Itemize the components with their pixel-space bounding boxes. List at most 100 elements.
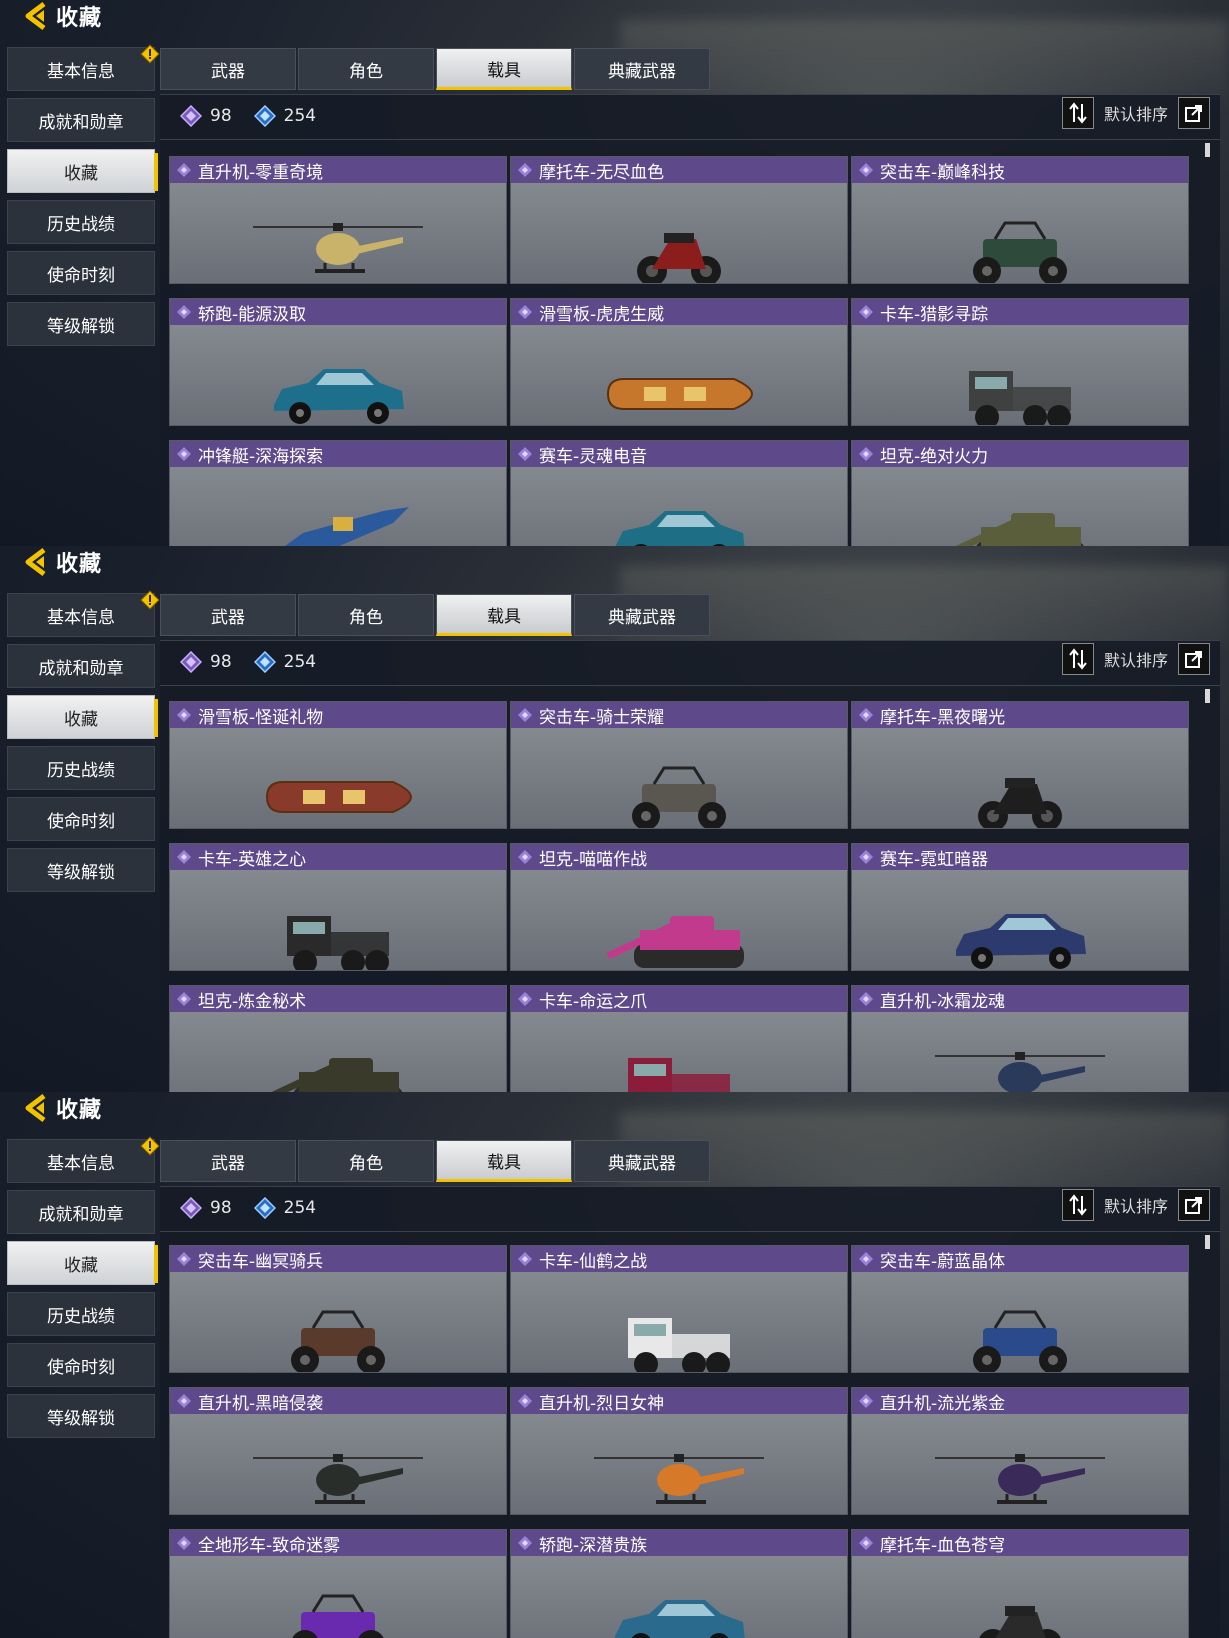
vehicle-grid: 突击车-幽冥骑兵 卡车-仙鹤之战 突击车-蔚蓝晶体直升机-黑暗侵袭 直升机-烈日女神 直… (169, 1245, 1189, 1638)
sort-label[interactable]: 默认排序 (1104, 101, 1168, 125)
warning-icon (140, 1136, 160, 1156)
vehicle-name: 轿跑-深潜贵族 (539, 1535, 648, 1556)
vehicle-board-image (604, 369, 754, 423)
vehicle-card-title: 坦克-喵喵作战 (511, 844, 847, 870)
vehicle-card[interactable]: 滑雪板-怪诞礼物 (169, 701, 507, 829)
vehicle-truck-image (624, 1308, 734, 1372)
tab-3[interactable]: 典藏武器 (574, 48, 710, 90)
rarity-diamond-icon (858, 1393, 874, 1409)
rarity-diamond-icon (517, 1535, 533, 1551)
back-arrow-icon[interactable] (22, 547, 52, 577)
tab-3[interactable]: 典藏武器 (574, 1140, 710, 1182)
vehicle-card[interactable]: 摩托车-黑夜曙光 (851, 701, 1189, 829)
blue-count: 254 (253, 651, 316, 673)
rarity-diamond-icon (858, 991, 874, 1007)
share-icon[interactable] (1178, 643, 1210, 675)
vehicle-card-title: 轿跑-深潜贵族 (511, 1530, 847, 1556)
sort-order-icon[interactable] (1061, 1189, 1094, 1221)
sort-label[interactable]: 默认排序 (1104, 1193, 1168, 1217)
sidebar-item-0[interactable]: 基本信息 (7, 1136, 160, 1183)
vehicle-card[interactable]: 直升机-冰霜龙魂 (851, 985, 1189, 1092)
sort-order-icon[interactable] (1061, 643, 1094, 675)
vehicle-card-title: 全地形车-致命迷雾 (170, 1530, 506, 1556)
grid-viewport: 突击车-幽冥骑兵 卡车-仙鹤之战 突击车-蔚蓝晶体直升机-黑暗侵袭 直升机-烈日女神 直… (0, 1238, 1229, 1638)
vehicle-card-title: 冲锋艇-深海探索 (170, 441, 506, 467)
vehicle-name: 突击车-蔚蓝晶体 (880, 1251, 1006, 1272)
rarity-diamond-icon (176, 446, 192, 462)
tab-1[interactable]: 角色 (298, 594, 434, 636)
sidebar-item-1[interactable]: 成就和勋章 (7, 644, 155, 688)
vehicle-card[interactable]: 突击车-蔚蓝晶体 (851, 1245, 1189, 1373)
vehicle-card[interactable]: 坦克-炼金秘术 (169, 985, 507, 1092)
tab-0[interactable]: 武器 (160, 48, 296, 90)
page-title: 收藏 (56, 6, 103, 31)
divider (160, 139, 1220, 140)
sidebar-item-0[interactable]: 基本信息 (7, 44, 160, 91)
vehicle-card-title: 直升机-烈日女神 (511, 1388, 847, 1414)
vehicle-card[interactable]: 卡车-猎影寻踪 (851, 298, 1189, 426)
vehicle-card[interactable]: 冲锋艇-深海探索 (169, 440, 507, 546)
vehicle-card[interactable]: 直升机-烈日女神 (510, 1387, 848, 1515)
vehicle-card[interactable]: 赛车-灵魂电音 (510, 440, 848, 546)
vehicle-tank-image (945, 503, 1095, 546)
stats-bar: 98 254 (180, 647, 338, 677)
back-arrow-icon[interactable] (22, 1093, 52, 1123)
vehicle-card[interactable]: 坦克-绝对火力 (851, 440, 1189, 546)
blue-count: 254 (253, 105, 316, 127)
vehicle-truck-image (965, 361, 1075, 425)
rarity-diamond-icon (176, 849, 192, 865)
vehicle-card[interactable]: 全地形车-致命迷雾 (169, 1529, 507, 1638)
vehicle-card[interactable]: 摩托车-无尽血色 (510, 156, 848, 284)
vehicle-card[interactable]: 坦克-喵喵作战 (510, 843, 848, 971)
rarity-diamond-icon (517, 991, 533, 1007)
sidebar-item-1[interactable]: 成就和勋章 (7, 98, 155, 142)
share-icon[interactable] (1178, 97, 1210, 129)
vehicle-card[interactable]: 赛车-霓虹暗器 (851, 843, 1189, 971)
back-arrow-icon[interactable] (22, 1, 52, 31)
vehicle-buggy-image (624, 764, 734, 828)
sort-order-icon[interactable] (1061, 97, 1094, 129)
vehicle-boat-image (263, 503, 413, 546)
sort-label[interactable]: 默认排序 (1104, 647, 1168, 671)
vehicle-car-image (268, 361, 408, 425)
rarity-diamond-icon (517, 1393, 533, 1409)
vehicle-card[interactable]: 突击车-巅峰科技 (851, 156, 1189, 284)
vehicle-card[interactable]: 卡车-英雄之心 (169, 843, 507, 971)
vehicle-card[interactable]: 滑雪板-虎虎生威 (510, 298, 848, 426)
tab-2[interactable]: 载具 (436, 1140, 572, 1182)
vehicle-card[interactable]: 直升机-流光紫金 (851, 1387, 1189, 1515)
vehicle-name: 突击车-幽冥骑兵 (198, 1251, 324, 1272)
vehicle-card[interactable]: 轿跑-深潜贵族 (510, 1529, 848, 1638)
vehicle-card[interactable]: 摩托车-血色苍穹 (851, 1529, 1189, 1638)
sidebar-item-1[interactable]: 成就和勋章 (7, 1190, 155, 1234)
rarity-diamond-icon (176, 1251, 192, 1267)
vehicle-moto-image (634, 219, 724, 283)
tab-1[interactable]: 角色 (298, 48, 434, 90)
vehicle-card[interactable]: 突击车-幽冥骑兵 (169, 1245, 507, 1373)
rarity-diamond-icon (517, 446, 533, 462)
vehicle-card[interactable]: 卡车-命运之爪 (510, 985, 848, 1092)
vehicle-name: 坦克-绝对火力 (880, 446, 989, 467)
vehicle-card[interactable]: 直升机-黑暗侵袭 (169, 1387, 507, 1515)
tab-3[interactable]: 典藏武器 (574, 594, 710, 636)
vehicle-card-title: 突击车-幽冥骑兵 (170, 1246, 506, 1272)
tab-0[interactable]: 武器 (160, 594, 296, 636)
tab-0[interactable]: 武器 (160, 1140, 296, 1182)
vehicle-card[interactable]: 卡车-仙鹤之战 (510, 1245, 848, 1373)
tab-1[interactable]: 角色 (298, 1140, 434, 1182)
sidebar-item-0[interactable]: 基本信息 (7, 590, 160, 637)
sidebar-item-label: 基本信息 (47, 61, 115, 82)
vehicle-card[interactable]: 直升机-零重奇境 (169, 156, 507, 284)
sidebar-item-label: 基本信息 (47, 607, 115, 628)
share-icon[interactable] (1178, 1189, 1210, 1221)
tab-2[interactable]: 载具 (436, 594, 572, 636)
vehicle-card[interactable]: 轿跑-能源汲取 (169, 298, 507, 426)
purple-diamond-icon (180, 1197, 210, 1219)
purple-diamond-icon (180, 105, 210, 127)
tab-2[interactable]: 载具 (436, 48, 572, 90)
vehicle-name: 滑雪板-怪诞礼物 (198, 707, 324, 728)
vehicle-card-title: 突击车-骑士荣耀 (511, 702, 847, 728)
collection-screen-2: 收藏 基本信息 成就和勋章 收藏 历史战绩 使命时刻 等级解锁 武器 角色 载具 典藏武器 98 2… (0, 546, 1229, 1092)
rarity-diamond-icon (517, 162, 533, 178)
vehicle-card[interactable]: 突击车-骑士荣耀 (510, 701, 848, 829)
